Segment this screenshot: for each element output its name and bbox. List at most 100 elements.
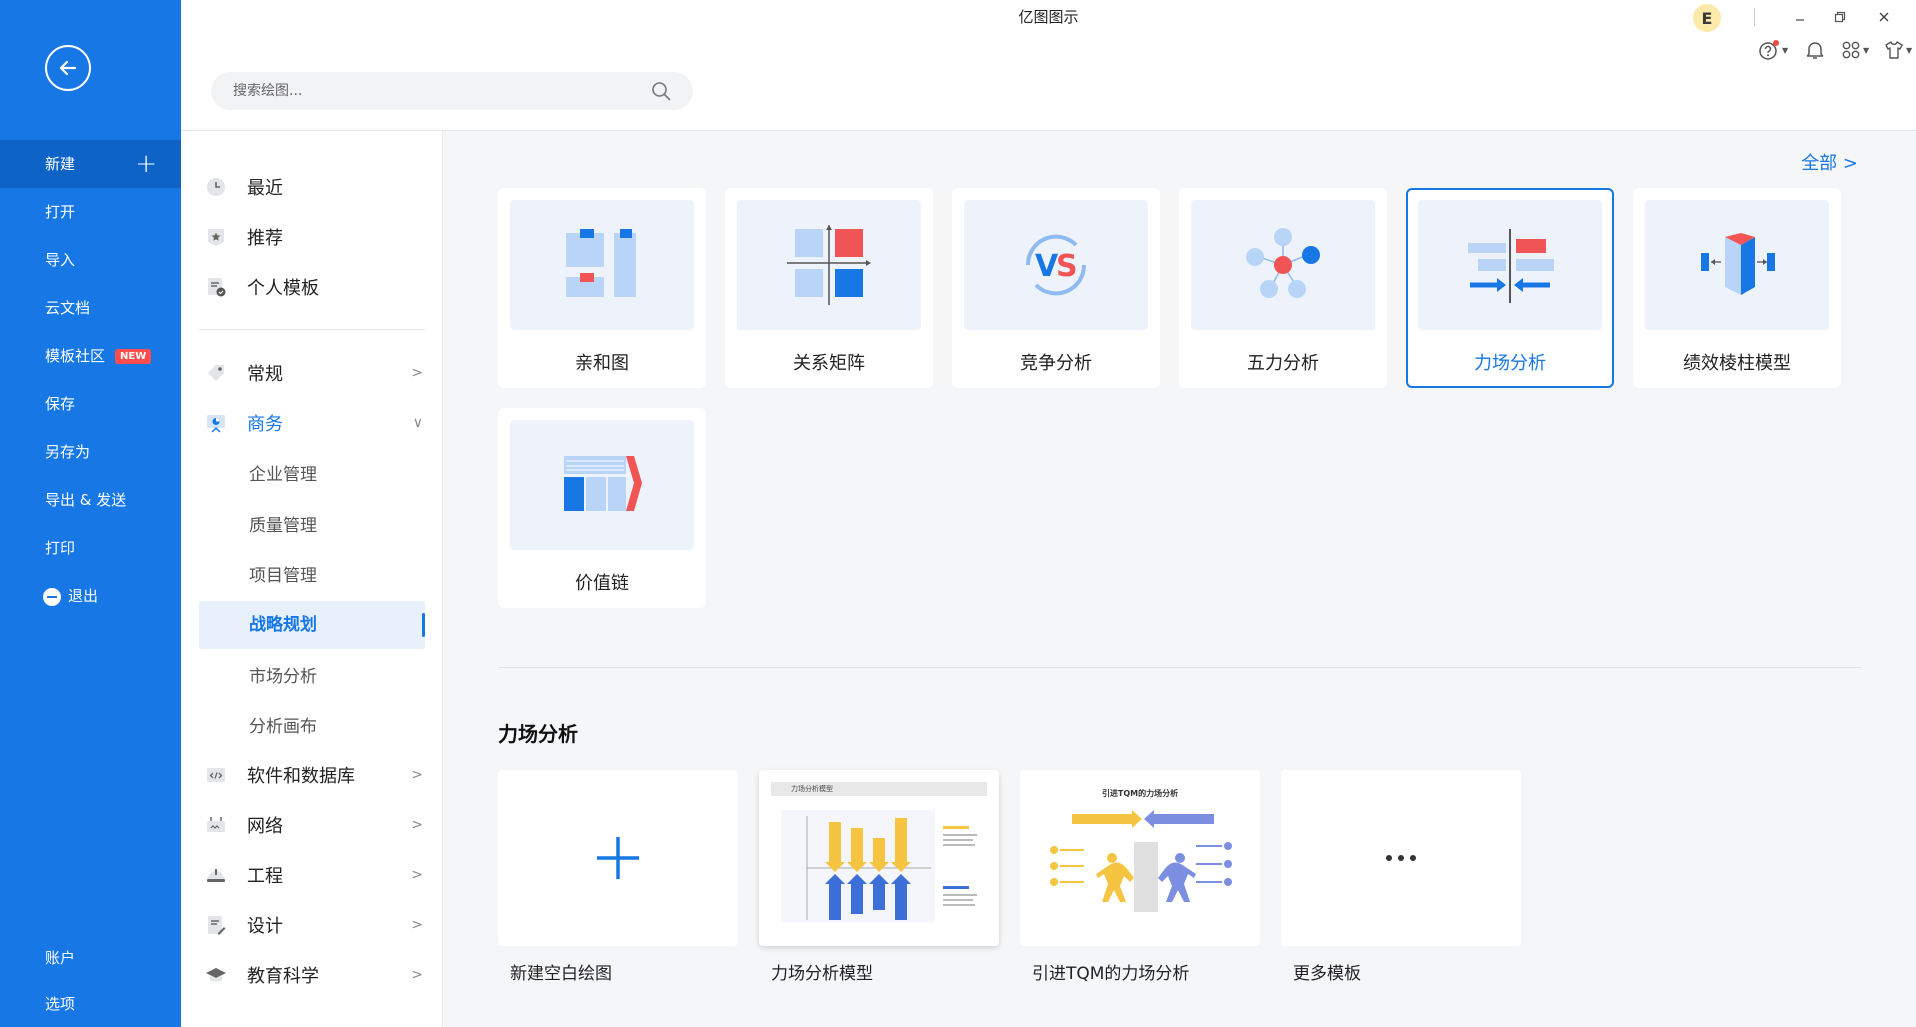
relationship-matrix-icon bbox=[787, 225, 871, 305]
subcategory-enterprise-management[interactable]: 企业管理 bbox=[199, 451, 425, 499]
theme-button[interactable]: ▼ bbox=[1884, 38, 1912, 62]
clock-icon bbox=[205, 176, 227, 198]
subcategory-label: 战略规划 bbox=[249, 615, 317, 635]
category-design-label: 设计 bbox=[247, 916, 283, 937]
minimize-icon bbox=[1796, 19, 1804, 21]
chevron-down-icon: ∨ bbox=[412, 415, 423, 431]
template-card[interactable]: 引进TQM的力场分析 bbox=[1020, 770, 1260, 946]
template-label: 新建空白绘图 bbox=[510, 964, 612, 984]
category-recommended-label: 推荐 bbox=[247, 228, 283, 249]
more-templates-card[interactable] bbox=[1281, 770, 1521, 946]
tqm-force-field-preview-icon bbox=[1050, 810, 1232, 912]
diagram-type-card[interactable]: V S 竞争分析 bbox=[952, 188, 1160, 388]
chevron-right-icon: > bbox=[411, 967, 423, 983]
user-avatar[interactable]: E bbox=[1693, 4, 1721, 32]
app-title: 亿图图示 bbox=[1018, 8, 1079, 26]
category-personal-templates[interactable]: 个人模板 bbox=[205, 265, 433, 309]
back-button[interactable] bbox=[45, 45, 91, 91]
menu-account-label: 账户 bbox=[45, 949, 76, 967]
category-engineering[interactable]: 工程 > bbox=[205, 853, 433, 897]
versus-icon: V S bbox=[1025, 234, 1087, 296]
header: 亿图图示 E ▼ ▼ ▼ bbox=[181, 0, 1916, 131]
menu-import[interactable]: 导入 bbox=[0, 236, 181, 284]
chevron-right-icon: > bbox=[411, 867, 423, 883]
diagram-type-label: 力场分析 bbox=[1474, 353, 1546, 374]
template-card[interactable]: 力场分析模型 bbox=[759, 770, 999, 946]
five-forces-thumbnail bbox=[1191, 200, 1375, 330]
menu-export-send[interactable]: 导出 & 发送 bbox=[0, 476, 181, 524]
menu-print[interactable]: 打印 bbox=[0, 524, 181, 572]
category-general[interactable]: 常规 > bbox=[205, 351, 433, 395]
category-business[interactable]: 商务 ∨ bbox=[205, 401, 433, 445]
graduation-icon bbox=[205, 964, 227, 986]
diagram-type-label: 五力分析 bbox=[1247, 353, 1319, 374]
new-badge: NEW bbox=[115, 349, 152, 364]
diagram-type-card[interactable]: 价值链 bbox=[498, 408, 706, 608]
diagram-type-label: 价值链 bbox=[575, 573, 629, 594]
diagram-type-card[interactable]: 亲和图 bbox=[498, 188, 706, 388]
category-personal-templates-label: 个人模板 bbox=[247, 278, 319, 299]
tag-icon bbox=[205, 362, 227, 384]
category-software-database-label: 软件和数据库 bbox=[247, 766, 355, 787]
menu-cloud-docs[interactable]: 云文档 bbox=[0, 284, 181, 332]
chevron-right-icon: > bbox=[411, 365, 423, 381]
diagram-type-card[interactable]: 五力分析 bbox=[1179, 188, 1387, 388]
plus-icon bbox=[597, 837, 639, 879]
menu-account[interactable]: 账户 bbox=[0, 935, 181, 981]
subcategory-strategic-planning[interactable]: 战略规划 bbox=[199, 601, 425, 649]
menu-save-as[interactable]: 另存为 bbox=[0, 428, 181, 476]
template-label: 引进TQM的力场分析 bbox=[1032, 964, 1190, 984]
performance-prism-thumbnail bbox=[1645, 200, 1829, 330]
menu-new[interactable]: 新建 + bbox=[0, 140, 181, 188]
help-button[interactable]: ▼ bbox=[1758, 38, 1788, 62]
code-icon bbox=[205, 764, 227, 786]
section-divider bbox=[498, 667, 1862, 668]
diagram-type-card[interactable]: 关系矩阵 bbox=[725, 188, 933, 388]
search-box bbox=[211, 72, 693, 110]
restore-button[interactable] bbox=[1827, 6, 1853, 28]
subcategory-analysis-canvas[interactable]: 分析画布 bbox=[199, 703, 425, 751]
subcategory-market-analysis[interactable]: 市场分析 bbox=[199, 653, 425, 701]
menu-template-community[interactable]: 模板社区 NEW bbox=[0, 332, 181, 380]
more-dots-icon bbox=[1386, 855, 1416, 861]
chevron-right-icon: > bbox=[411, 917, 423, 933]
notification-button[interactable] bbox=[1805, 38, 1825, 62]
template-label: 更多模板 bbox=[1293, 964, 1361, 984]
category-design[interactable]: 设计 > bbox=[205, 903, 433, 947]
category-recent-label: 最近 bbox=[247, 178, 283, 199]
menu-save[interactable]: 保存 bbox=[0, 380, 181, 428]
diagram-type-card-selected[interactable]: 力场分析 bbox=[1406, 188, 1614, 388]
category-divider bbox=[199, 329, 425, 330]
star-tag-icon bbox=[205, 226, 227, 248]
personal-template-icon bbox=[205, 276, 227, 298]
plus-icon: + bbox=[135, 149, 157, 179]
search-icon[interactable] bbox=[651, 81, 671, 101]
diagram-type-card[interactable]: 绩效棱柱模型 bbox=[1633, 188, 1841, 388]
value-chain-thumbnail bbox=[510, 420, 694, 550]
restore-icon bbox=[1834, 11, 1846, 23]
category-education-science[interactable]: 教育科学 > bbox=[205, 953, 433, 997]
competitive-analysis-thumbnail: V S bbox=[964, 200, 1148, 330]
category-panel: 最近 推荐 个人模板 常规 > 商务 ∨ 企业管理 质量管理 项目管理 战略规划… bbox=[181, 131, 443, 1027]
chevron-right-icon: > bbox=[411, 817, 423, 833]
category-network[interactable]: 网络 > bbox=[205, 803, 433, 847]
menu-exit[interactable]: 退出 bbox=[0, 572, 181, 620]
apps-button[interactable]: ▼ bbox=[1841, 38, 1869, 62]
menu-options[interactable]: 选项 bbox=[0, 981, 181, 1027]
all-templates-link[interactable]: 全部 > bbox=[1801, 149, 1858, 175]
category-education-science-label: 教育科学 bbox=[247, 966, 319, 987]
menu-open[interactable]: 打开 bbox=[0, 188, 181, 236]
subcategory-project-management[interactable]: 项目管理 bbox=[199, 552, 425, 600]
subcategory-quality-management[interactable]: 质量管理 bbox=[199, 502, 425, 550]
category-recommended[interactable]: 推荐 bbox=[205, 215, 433, 259]
new-blank-drawing-card[interactable] bbox=[498, 770, 738, 946]
design-icon bbox=[205, 914, 227, 936]
category-recent[interactable]: 最近 bbox=[205, 165, 433, 209]
subcategory-label: 分析画布 bbox=[249, 717, 317, 737]
relationship-matrix-thumbnail bbox=[737, 200, 921, 330]
minimize-button[interactable] bbox=[1787, 6, 1813, 28]
svg-text:S: S bbox=[1056, 249, 1078, 284]
search-input[interactable] bbox=[233, 72, 633, 110]
category-software-database[interactable]: 软件和数据库 > bbox=[205, 753, 433, 797]
close-button[interactable] bbox=[1871, 6, 1897, 28]
